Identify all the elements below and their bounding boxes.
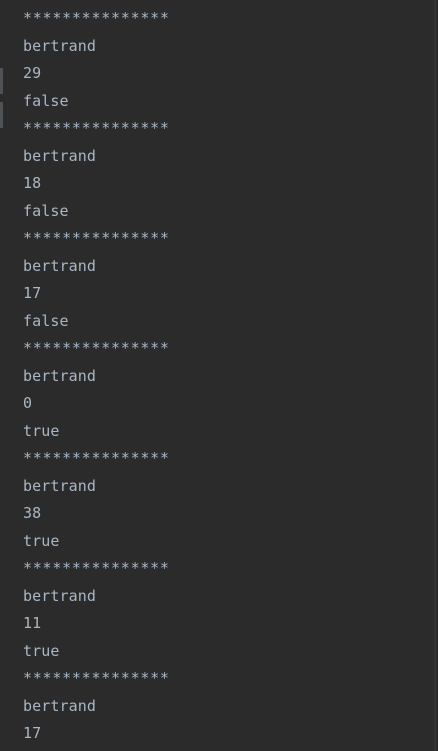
output-line-number: 38 xyxy=(23,504,42,522)
output-line-number: 17 xyxy=(23,724,42,742)
output-line-number: 29 xyxy=(23,64,42,82)
output-line-boolean: false xyxy=(23,201,69,220)
output-line-boolean: false xyxy=(23,91,69,110)
output-line-name: bertrand xyxy=(23,696,97,715)
separator-line: *************** xyxy=(23,229,170,247)
output-line-number: 11 xyxy=(23,614,42,632)
console-output-panel[interactable]: *************** bertrand 29 false ******… xyxy=(0,0,436,751)
output-line-number: 17 xyxy=(23,284,42,302)
output-line-boolean: true xyxy=(23,421,60,440)
output-line-name: bertrand xyxy=(23,36,97,55)
output-line-name: bertrand xyxy=(23,476,97,495)
separator-line: *************** xyxy=(23,9,170,27)
output-line-number: 18 xyxy=(23,174,42,192)
separator-line: *************** xyxy=(23,669,170,687)
output-line-name: bertrand xyxy=(23,586,97,605)
separator-line: *************** xyxy=(23,119,170,137)
output-line-name: bertrand xyxy=(23,366,97,385)
output-line-number: 0 xyxy=(23,394,33,412)
separator-line: *************** xyxy=(23,449,170,467)
separator-line: *************** xyxy=(23,339,170,357)
console-lines: *************** bertrand 29 false ******… xyxy=(23,5,170,748)
output-line-name: bertrand xyxy=(23,256,97,275)
gutter-marker xyxy=(0,68,3,94)
panel-right-border xyxy=(434,0,436,751)
output-line-boolean: true xyxy=(23,641,60,660)
output-line-boolean: false xyxy=(23,311,69,330)
console-gutter xyxy=(0,0,4,751)
gutter-marker xyxy=(0,102,3,128)
output-line-name: bertrand xyxy=(23,146,97,165)
separator-line: *************** xyxy=(23,559,170,577)
output-line-boolean: true xyxy=(23,531,60,550)
